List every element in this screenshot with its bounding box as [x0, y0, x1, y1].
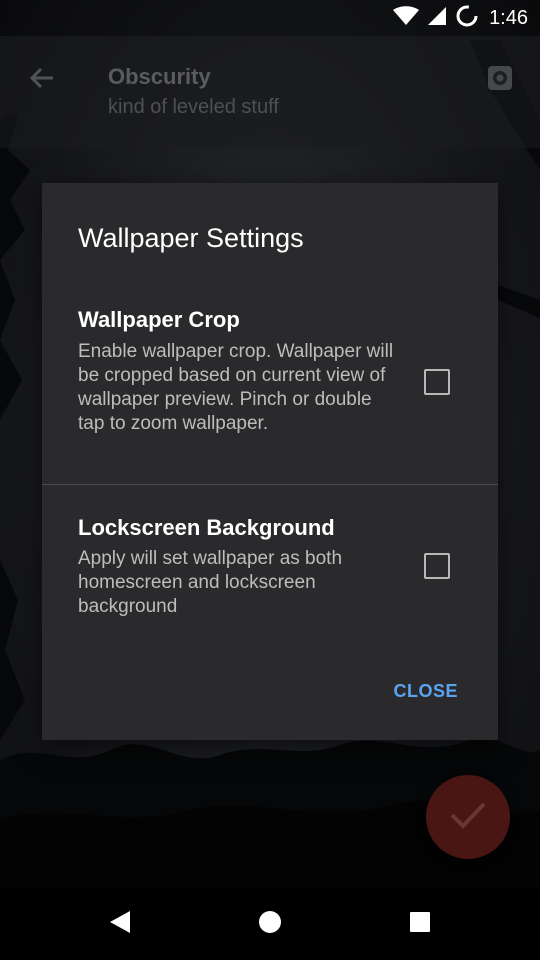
lockscreen-background-checkbox[interactable]: [424, 553, 450, 579]
battery-icon: [455, 4, 479, 33]
apply-fab[interactable]: [426, 775, 510, 859]
navigation-bar: [0, 888, 540, 960]
nav-home-icon: [258, 910, 282, 939]
nav-home-button[interactable]: [248, 902, 292, 946]
setting-title: Lockscreen Background: [78, 515, 335, 540]
status-icons: 1:46: [393, 0, 528, 36]
screen: 1:46 Obscurity kind of leveled stuff Wal…: [0, 0, 540, 960]
dialog-title: Wallpaper Settings: [78, 223, 304, 253]
wallpaper-crop-checkbox[interactable]: [424, 369, 450, 395]
check-icon: [448, 799, 488, 836]
setting-description: Apply will set wallpaper as both homescr…: [78, 548, 343, 617]
divider: [42, 484, 498, 485]
cell-signal-icon: [427, 6, 447, 31]
status-bar: 1:46: [0, 0, 540, 36]
setting-title: Wallpaper Crop: [78, 307, 240, 332]
wallpaper-settings-dialog: Wallpaper Settings Wallpaper Crop Enable…: [42, 183, 498, 740]
nav-back-icon: [109, 910, 131, 939]
nav-recents-button[interactable]: [398, 902, 442, 946]
wifi-icon: [393, 5, 420, 31]
nav-recents-icon: [409, 911, 431, 938]
status-time: 1:46: [489, 6, 528, 29]
nav-back-button[interactable]: [98, 902, 142, 946]
close-button[interactable]: CLOSE: [393, 679, 458, 704]
setting-description: Enable wallpaper crop. Wallpaper will be…: [78, 341, 394, 434]
